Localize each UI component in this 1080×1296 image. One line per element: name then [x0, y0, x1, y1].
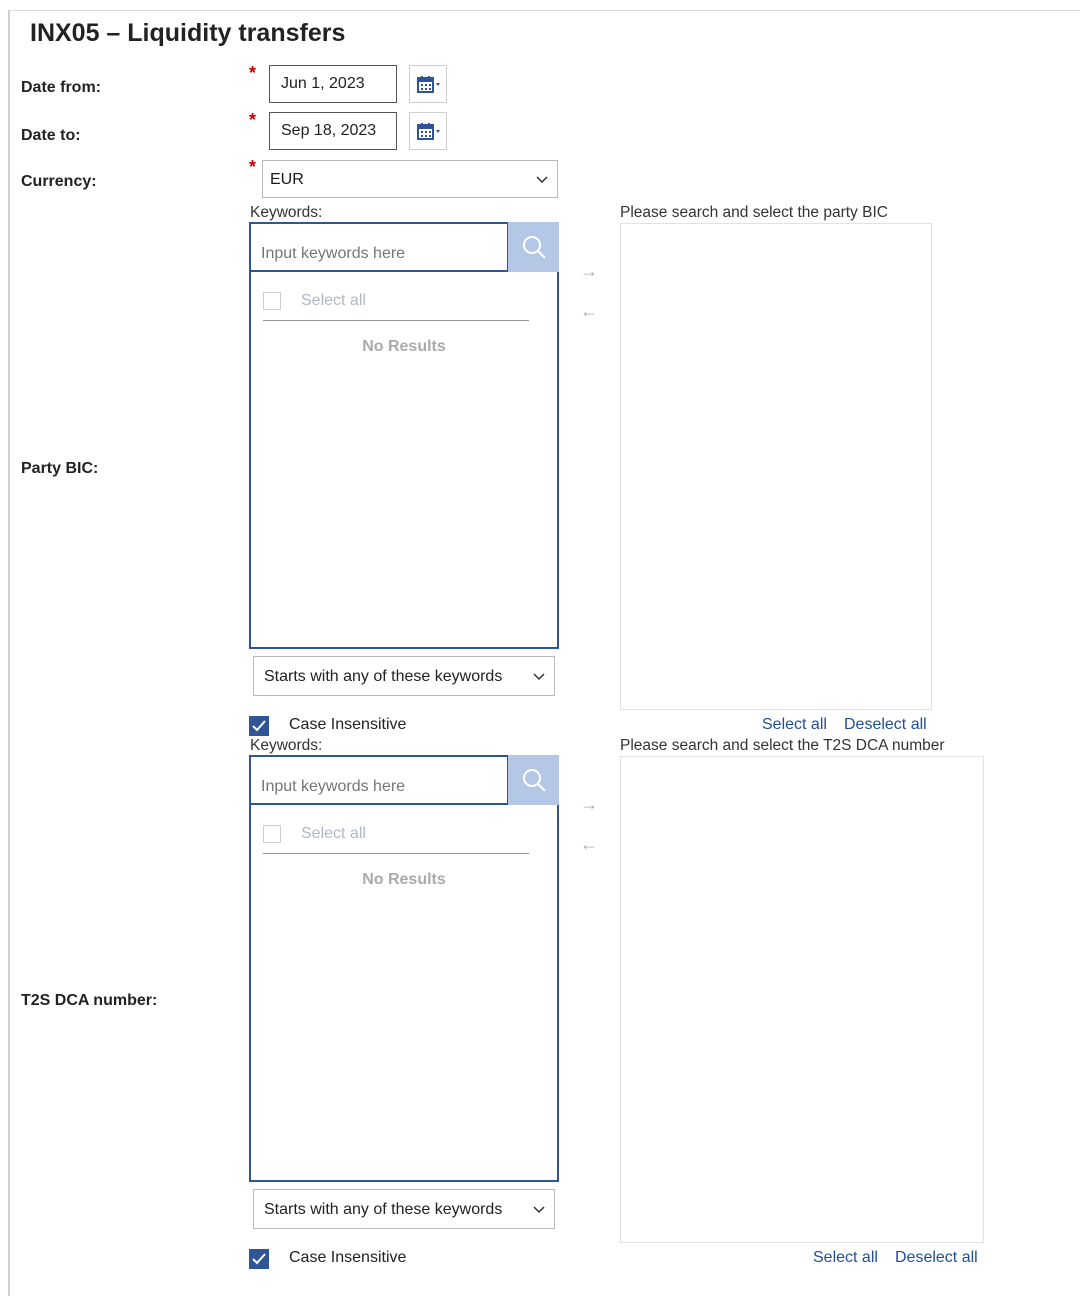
party-bic-search: [249, 222, 559, 272]
case-insensitive-label: Case Insensitive: [289, 1249, 407, 1266]
select-all-row[interactable]: Select all: [263, 292, 529, 321]
select-all-checkbox[interactable]: [263, 825, 281, 843]
case-insensitive-label: Case Insensitive: [289, 716, 407, 733]
currency-label: Currency:: [21, 173, 97, 190]
select-all-checkbox[interactable]: [263, 292, 281, 310]
party-bic-target-label: Please search and select the party BIC: [620, 204, 888, 221]
t2s-dca-search-input[interactable]: [249, 755, 509, 805]
match-mode-value: Starts with any of these keywords: [264, 1201, 503, 1218]
no-results-text: No Results: [362, 871, 446, 888]
arrow-left-icon[interactable]: ←: [580, 835, 598, 853]
date-from-label: Date from:: [21, 79, 102, 96]
t2s-dca-deselect-all-link[interactable]: Deselect all: [895, 1249, 978, 1267]
party-bic-select-all-link[interactable]: Select all: [762, 716, 827, 734]
t2s-dca-search-button[interactable]: [508, 755, 559, 805]
t2s-dca-match-mode-select[interactable]: Starts with any of these keywords: [253, 1189, 555, 1229]
required-marker: *: [249, 157, 257, 177]
t2s-dca-case-insensitive-checkbox[interactable]: [249, 1249, 269, 1269]
page-title: INX05 – Liquidity transfers: [30, 19, 346, 47]
calendar-icon: [417, 76, 440, 93]
search-icon: [523, 236, 546, 259]
currency-select[interactable]: EUR: [262, 160, 558, 198]
date-to-calendar-button[interactable]: [409, 112, 447, 150]
arrow-right-icon[interactable]: →: [580, 262, 598, 280]
party-bic-label: Party BIC:: [21, 460, 99, 477]
arrow-right-icon[interactable]: →: [580, 795, 598, 813]
currency-value: EUR: [270, 171, 304, 188]
party-bic-results-list: Select all No Results: [249, 272, 559, 649]
party-bic-keywords-label: Keywords:: [250, 204, 323, 221]
search-icon: [523, 769, 546, 792]
party-bic-match-mode-select[interactable]: Starts with any of these keywords: [253, 656, 555, 696]
chevron-down-icon: [533, 673, 545, 681]
match-mode-value: Starts with any of these keywords: [264, 668, 503, 685]
frame-left-border: [8, 10, 10, 1296]
frame-top-border: [8, 10, 1080, 11]
select-all-label: Select all: [301, 292, 366, 309]
select-all-row[interactable]: Select all: [263, 825, 529, 854]
required-marker: *: [249, 110, 257, 130]
party-bic-search-input[interactable]: [249, 222, 509, 272]
chevron-down-icon: [533, 1206, 545, 1214]
t2s-dca-selected-list[interactable]: [620, 756, 984, 1243]
required-marker: *: [249, 63, 257, 83]
calendar-icon: [417, 123, 440, 140]
no-results-text: No Results: [362, 338, 446, 355]
t2s-dca-results-list: Select all No Results: [249, 805, 559, 1182]
t2s-dca-search: [249, 755, 559, 805]
check-icon: [252, 720, 266, 732]
date-to-input[interactable]: Sep 18, 2023: [269, 112, 397, 150]
t2s-dca-target-label: Please search and select the T2S DCA num…: [620, 737, 945, 754]
t2s-dca-select-all-link[interactable]: Select all: [813, 1249, 878, 1267]
t2s-dca-label: T2S DCA number:: [21, 992, 158, 1009]
check-icon: [252, 1253, 266, 1265]
date-from-input[interactable]: Jun 1, 2023: [269, 65, 397, 103]
select-all-label: Select all: [301, 825, 366, 842]
arrow-left-icon[interactable]: ←: [580, 302, 598, 320]
chevron-down-icon: [536, 176, 548, 184]
date-from-calendar-button[interactable]: [409, 65, 447, 103]
party-bic-search-button[interactable]: [508, 222, 559, 272]
party-bic-deselect-all-link[interactable]: Deselect all: [844, 716, 927, 734]
party-bic-case-insensitive-checkbox[interactable]: [249, 716, 269, 736]
t2s-dca-keywords-label: Keywords:: [250, 737, 323, 754]
date-to-label: Date to:: [21, 127, 81, 144]
party-bic-selected-list[interactable]: [620, 223, 932, 710]
